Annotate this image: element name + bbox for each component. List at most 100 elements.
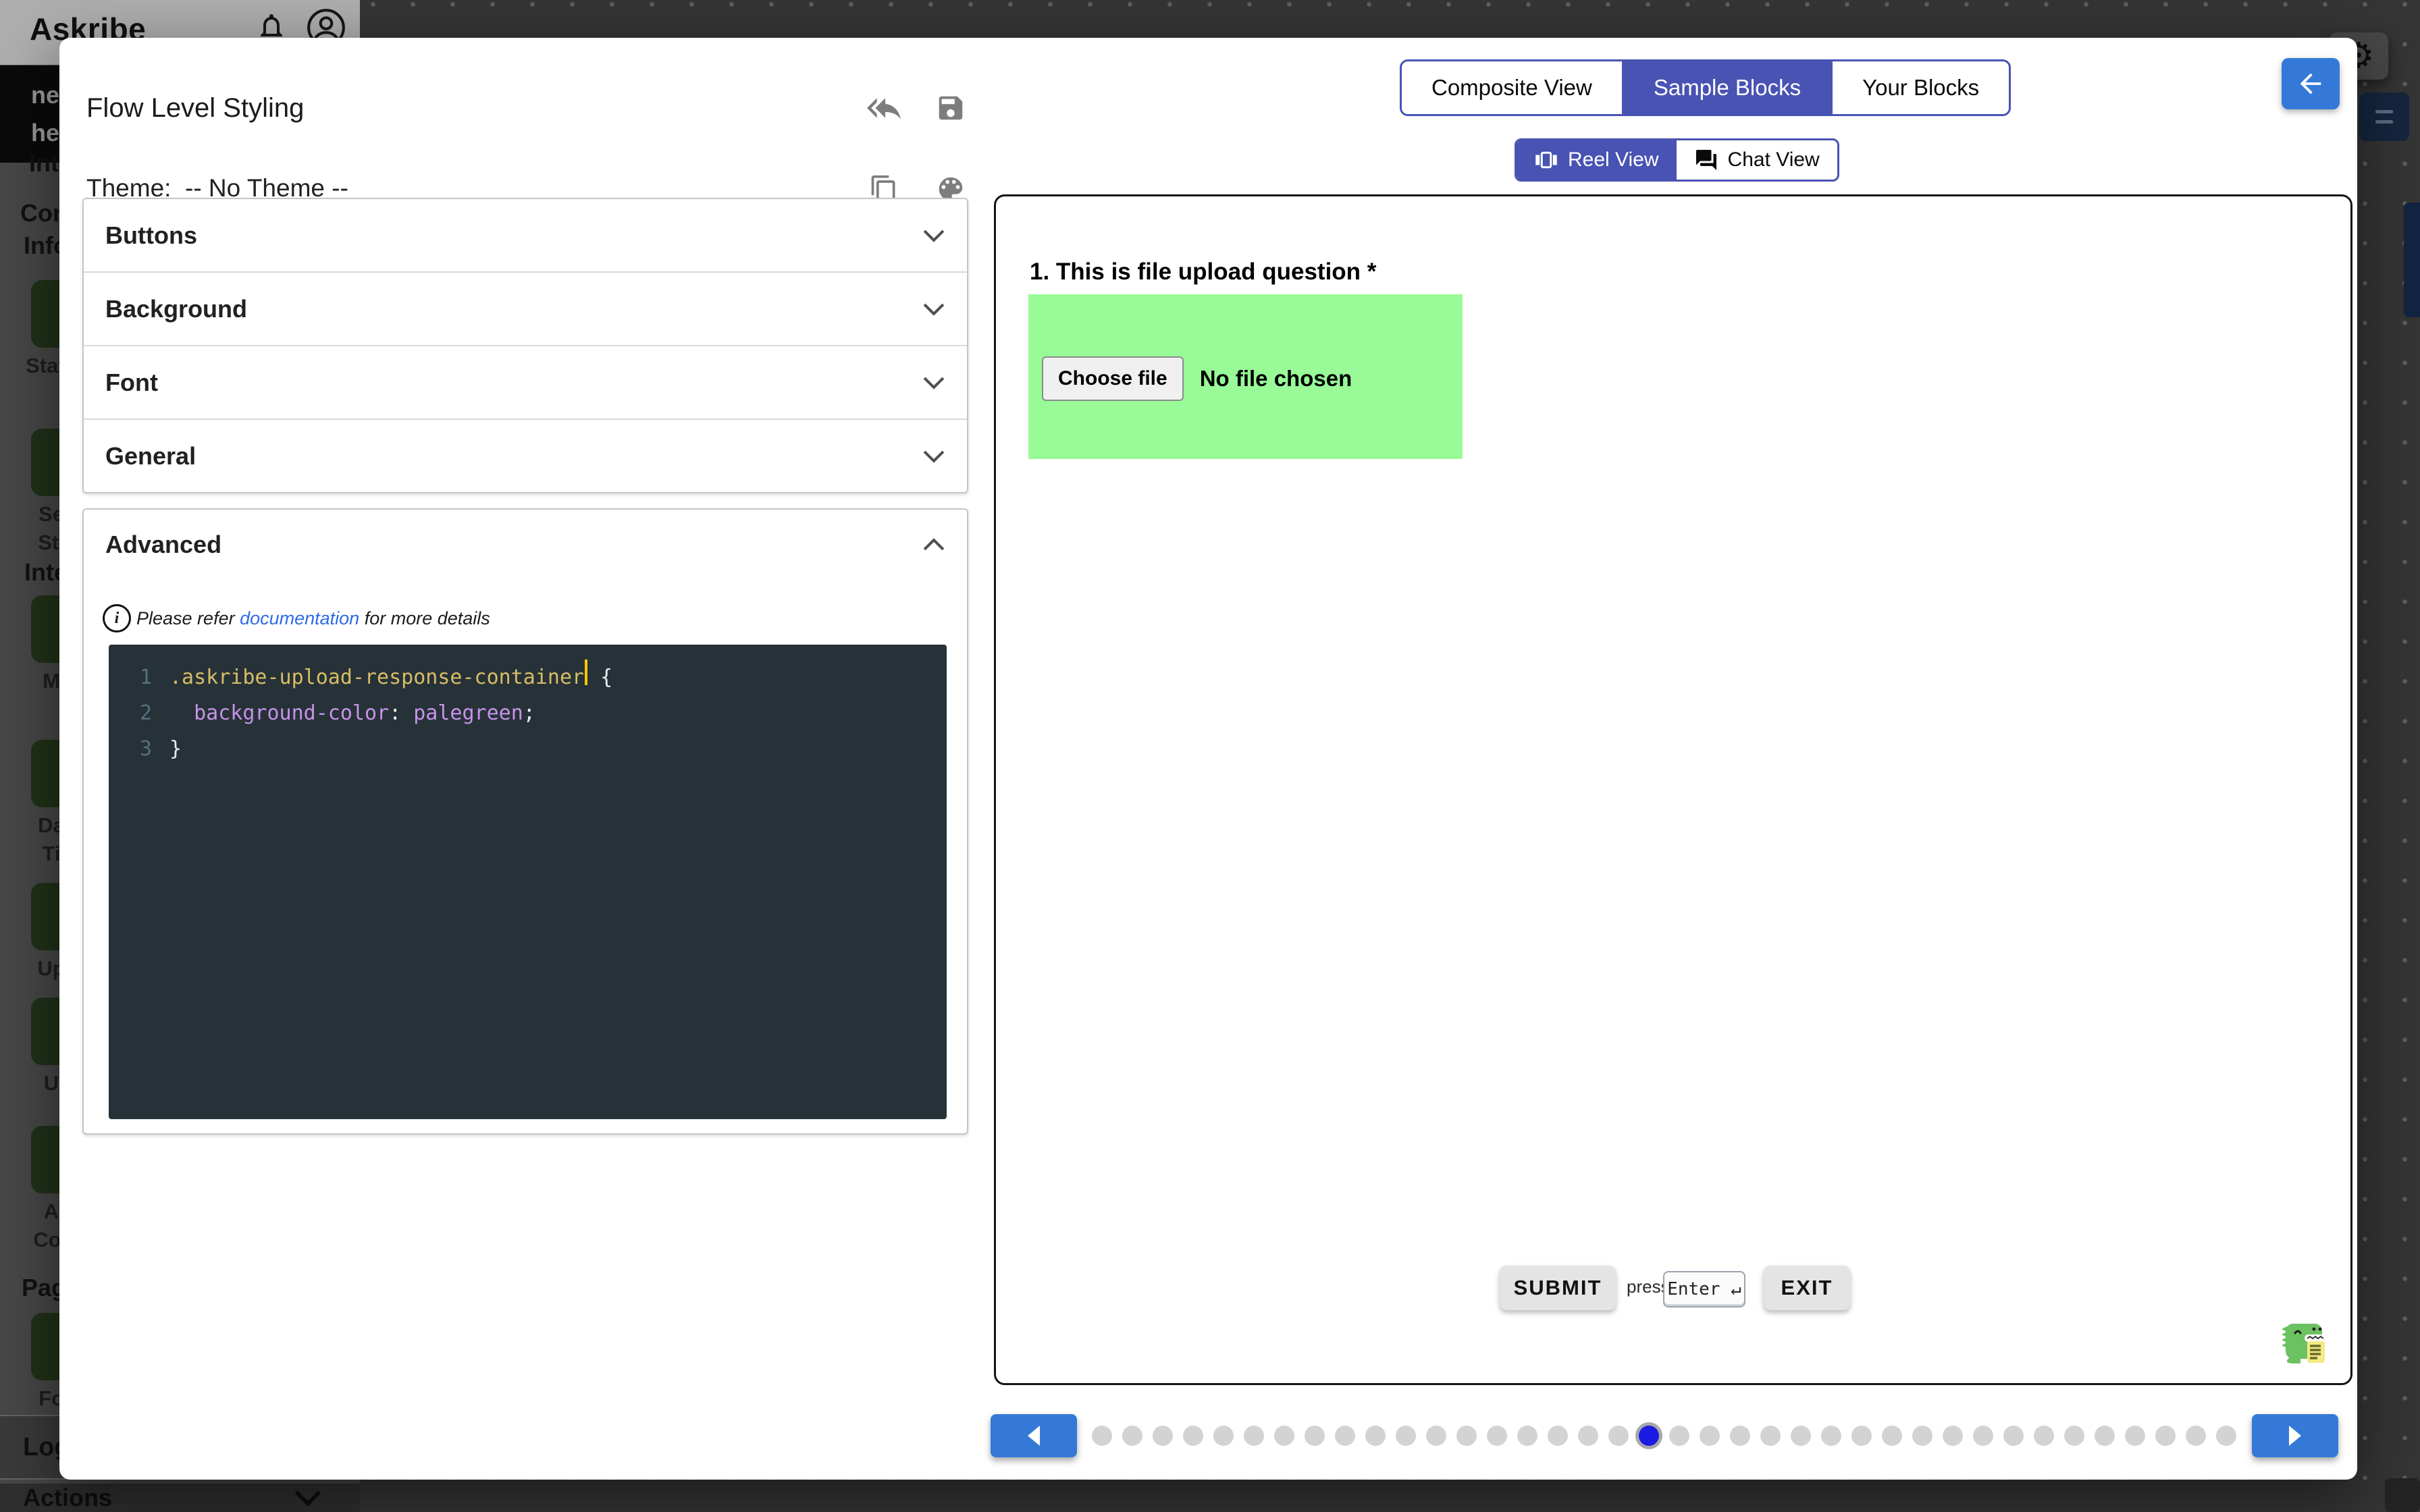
chat-view-icon (1695, 150, 1716, 170)
page-dot-19[interactable] (1639, 1426, 1659, 1446)
page-dot-6[interactable] (1244, 1426, 1264, 1446)
page-dot-21[interactable] (1700, 1426, 1720, 1446)
page-dot-28[interactable] (1912, 1426, 1932, 1446)
page-dot-16[interactable] (1548, 1426, 1568, 1446)
page-dot-18[interactable] (1608, 1426, 1629, 1446)
file-status-text: No file chosen (1199, 366, 1352, 391)
undo-button[interactable] (866, 90, 901, 126)
accordion-section-background[interactable]: Background (84, 271, 967, 345)
chevron-down-icon (294, 1490, 321, 1507)
upload-response-container: Choose file No file chosen (1028, 294, 1463, 459)
caret-left-icon (1028, 1426, 1040, 1446)
accordion-group: Buttons Background Font General (82, 198, 968, 493)
accordion-section-general[interactable]: General (84, 418, 967, 492)
view-mode-toggle: Reel View Chat View (1515, 138, 1839, 182)
accordion-section-font[interactable]: Font (84, 345, 967, 418)
reel-view-icon (1535, 151, 1557, 169)
page-dot-8[interactable] (1305, 1426, 1325, 1446)
page-dot-26[interactable] (1851, 1426, 1872, 1446)
save-icon (939, 96, 963, 120)
tab-your-blocks[interactable]: Your Blocks (1831, 61, 2009, 114)
page-dot-14[interactable] (1487, 1426, 1507, 1446)
file-input: Choose file No file chosen (1042, 356, 1352, 401)
prev-page-button[interactable] (991, 1414, 1077, 1457)
page-dot-35[interactable] (2125, 1426, 2145, 1446)
page-dot-27[interactable] (1882, 1426, 1902, 1446)
page-dot-10[interactable] (1365, 1426, 1386, 1446)
text-cursor (585, 659, 588, 685)
submit-button[interactable]: SUBMIT (1500, 1266, 1616, 1310)
toggle-reel-view[interactable]: Reel View (1517, 140, 1677, 180)
block-preview-panel: 1. This is file upload question * Choose… (994, 194, 2352, 1385)
page-dot-37[interactable] (2186, 1426, 2206, 1446)
page-dot-29[interactable] (1943, 1426, 1963, 1446)
page-dot-2[interactable] (1122, 1426, 1142, 1446)
page-dot-4[interactable] (1183, 1426, 1203, 1446)
chevron-down-icon (923, 230, 945, 242)
page-dot-3[interactable] (1153, 1426, 1173, 1446)
exit-button[interactable]: EXIT (1764, 1266, 1850, 1310)
line-number: 1 (139, 666, 152, 689)
undo-icon (867, 98, 901, 119)
page-dot-36[interactable] (2155, 1426, 2176, 1446)
accordion-label: General (105, 441, 196, 470)
page-dot-12[interactable] (1426, 1426, 1446, 1446)
back-button[interactable] (2282, 58, 2340, 109)
accordion-label: Font (105, 368, 158, 396)
page-dot-25[interactable] (1821, 1426, 1841, 1446)
accordion-label: Buttons (105, 221, 197, 249)
page-dot-33[interactable] (2064, 1426, 2084, 1446)
chevron-down-icon (923, 450, 945, 463)
page-dot-20[interactable] (1669, 1426, 1689, 1446)
chevron-down-icon (923, 303, 945, 316)
page-dot-34[interactable] (2095, 1426, 2115, 1446)
page-dot-32[interactable] (2034, 1426, 2054, 1446)
page-dot-17[interactable] (1578, 1426, 1598, 1446)
tab-composite-view[interactable]: Composite View (1402, 61, 1622, 114)
page-dot-31[interactable] (2003, 1426, 2024, 1446)
screen: ⚙ Askribe new her Inte Conv Infor State Se Sti I… (0, 0, 2420, 1512)
save-button[interactable] (933, 90, 968, 126)
page-dot-23[interactable] (1760, 1426, 1781, 1446)
enter-key-hint: Enter ↵ (1663, 1271, 1745, 1307)
page-dot-22[interactable] (1730, 1426, 1750, 1446)
page-dot-13[interactable] (1456, 1426, 1477, 1446)
advanced-title: Advanced (105, 531, 222, 558)
caret-right-icon (2289, 1426, 2301, 1446)
page-dot-7[interactable] (1274, 1426, 1294, 1446)
sidebar-row-actions[interactable]: Actions (0, 1484, 360, 1512)
canvas-side-widget (2404, 202, 2420, 317)
css-editor-lines: 1 .askribe-upload-response-container {2 b… (109, 659, 947, 767)
page-dot-30[interactable] (1973, 1426, 1993, 1446)
advanced-header[interactable]: Advanced (84, 510, 967, 580)
arrow-left-icon (2300, 73, 2321, 94)
page-dot-9[interactable] (1335, 1426, 1355, 1446)
choose-file-button[interactable]: Choose file (1042, 356, 1184, 401)
modal-title: Flow Level Styling (86, 93, 305, 123)
question-title: 1. This is file upload question * (1030, 259, 1377, 285)
chevron-down-icon (923, 377, 945, 389)
page-dot-11[interactable] (1396, 1426, 1416, 1446)
documentation-link[interactable]: documentation (240, 608, 359, 628)
info-icon: i (103, 604, 131, 632)
next-page-button[interactable] (2252, 1414, 2338, 1457)
mascot-crocodile-icon (2282, 1324, 2326, 1364)
pagination-dots (1092, 1426, 2240, 1446)
accordion-section-advanced: Advanced i Please refer documentation fo… (82, 508, 968, 1135)
canvas-bottom-widget (2385, 1478, 2420, 1512)
line-number: 3 (139, 737, 152, 761)
page-dot-15[interactable] (1517, 1426, 1537, 1446)
page-dot-5[interactable] (1213, 1426, 1234, 1446)
tab-sample-blocks[interactable]: Sample Blocks (1621, 61, 1831, 114)
flow-level-styling-modal: Flow Level Styling Theme: -- No Theme --… (59, 38, 2357, 1480)
toggle-chat-view[interactable]: Chat View (1677, 140, 1837, 180)
page-dot-38[interactable] (2216, 1426, 2236, 1446)
view-tabs: Composite View Sample Blocks Your Blocks (1400, 59, 2011, 116)
css-editor[interactable]: 1 .askribe-upload-response-container {2 b… (109, 645, 947, 1119)
page-dot-1[interactable] (1092, 1426, 1112, 1446)
accordion-section-buttons[interactable]: Buttons (84, 199, 967, 271)
chevron-up-icon (923, 538, 945, 551)
accordion-label: Background (105, 294, 248, 323)
page-dot-24[interactable] (1791, 1426, 1811, 1446)
canvas-menu-button[interactable] (2359, 92, 2409, 141)
